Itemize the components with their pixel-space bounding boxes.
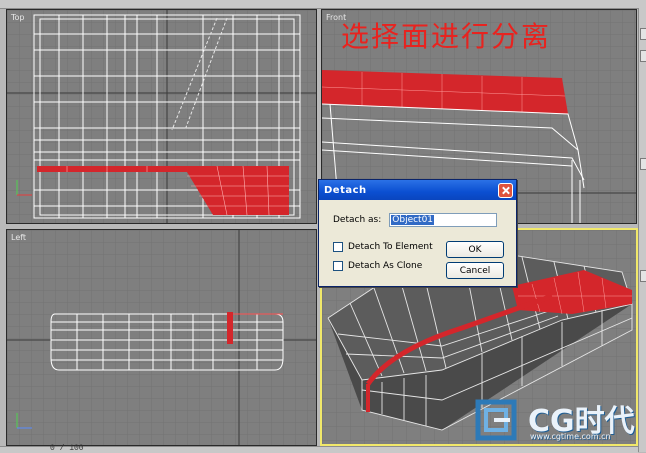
- detach-as-label: Detach as:: [333, 215, 382, 225]
- cancel-button[interactable]: Cancel: [446, 262, 504, 279]
- detach-as-clone-label[interactable]: Detach As Clone: [348, 261, 422, 271]
- dialog-title: Detach: [324, 184, 367, 196]
- panel-button[interactable]: [640, 270, 646, 282]
- cgtime-logo-icon: [475, 399, 517, 441]
- command-panel-strip: [638, 8, 646, 452]
- watermark-url: www.cgtime.com.cn: [530, 432, 611, 441]
- dialog-titlebar[interactable]: Detach: [319, 180, 516, 200]
- detach-to-element-checkbox[interactable]: [333, 242, 343, 252]
- detach-as-clone-checkbox[interactable]: [333, 261, 343, 271]
- top-view-wireframe: [7, 10, 316, 223]
- left-view-wireframe: [7, 230, 316, 445]
- viewport-left[interactable]: Left: [6, 229, 317, 446]
- detach-as-row: Detach as: Object01: [333, 213, 498, 227]
- panel-button[interactable]: [640, 28, 646, 40]
- annotation-text: 选择面进行分离: [341, 20, 552, 53]
- viewport-label-top[interactable]: Top: [11, 13, 25, 22]
- panel-button[interactable]: [640, 50, 646, 62]
- close-icon[interactable]: [498, 182, 513, 198]
- detach-name-value: Object01: [391, 215, 435, 225]
- detach-dialog: Detach Detach as: Object01 Detach To Ele…: [318, 179, 517, 287]
- main-toolbar-strip: [0, 0, 646, 9]
- detach-to-element-label[interactable]: Detach To Element: [348, 242, 433, 252]
- cgtime-watermark: CG时代 www.cgtime.com.cn: [474, 394, 638, 446]
- detach-as-clone-option[interactable]: Detach As Clone: [333, 261, 422, 271]
- ok-button[interactable]: OK: [446, 241, 504, 258]
- panel-button[interactable]: [640, 158, 646, 170]
- viewport-label-left[interactable]: Left: [11, 233, 26, 242]
- detach-name-input[interactable]: Object01: [389, 213, 498, 227]
- viewport-top[interactable]: Top: [6, 9, 317, 224]
- detach-to-element-option[interactable]: Detach To Element: [333, 242, 433, 252]
